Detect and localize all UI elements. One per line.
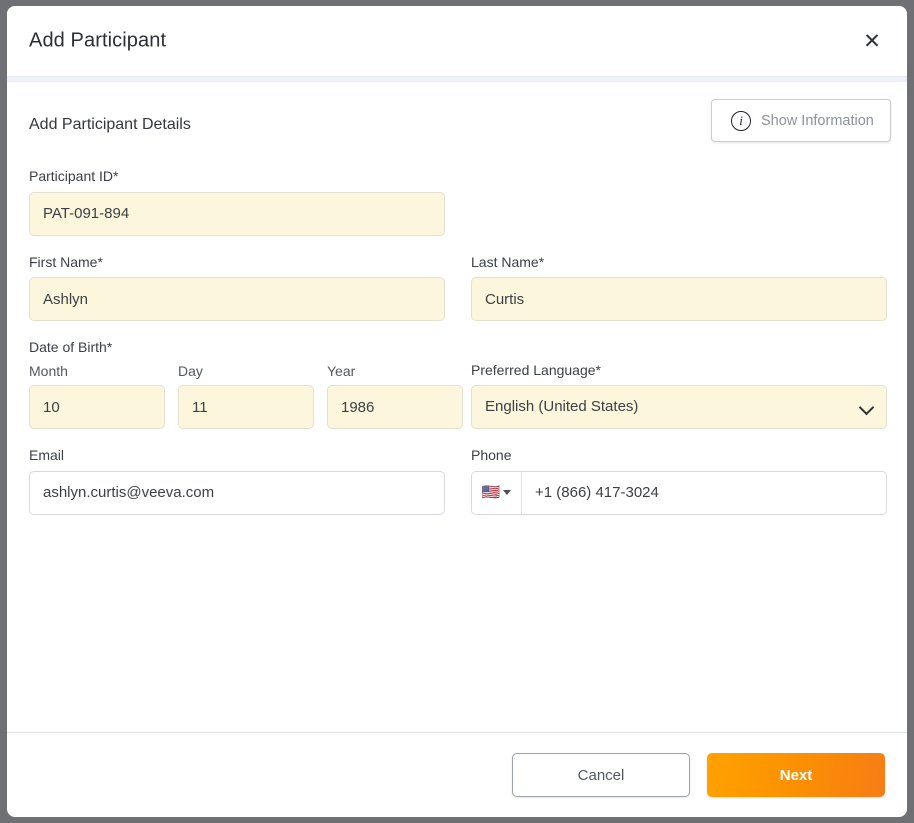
- first-name-input[interactable]: [29, 277, 445, 321]
- spacer-cell: [471, 168, 887, 236]
- phone-label: Phone: [471, 447, 512, 463]
- date-of-birth-label: Date of Birth*: [29, 339, 113, 355]
- field-dob-month: Month: [29, 362, 165, 429]
- country-code-selector[interactable]: 🇺🇸: [472, 471, 522, 514]
- form-row-participant-id: Participant ID*: [29, 168, 885, 236]
- cancel-button[interactable]: Cancel: [512, 753, 690, 797]
- form-row-name: First Name* Last Name*: [29, 253, 887, 321]
- preferred-language-value: English (United States): [485, 398, 639, 415]
- field-last-name: Last Name*: [471, 253, 887, 321]
- phone-input-group: 🇺🇸: [471, 470, 887, 515]
- field-first-name: First Name*: [29, 253, 445, 321]
- show-information-button[interactable]: i Show Information: [711, 99, 891, 142]
- form-row-email-phone: Email Phone 🇺🇸: [29, 447, 887, 515]
- date-of-birth-group: Month Day Year: [29, 362, 463, 429]
- field-dob-year: Year: [327, 362, 463, 429]
- dob-year-input[interactable]: [327, 385, 463, 429]
- next-button[interactable]: Next: [707, 753, 885, 797]
- close-icon[interactable]: ✕: [857, 26, 887, 56]
- participant-form: Participant ID* First Name* Last Name*: [29, 168, 887, 533]
- preferred-language-select[interactable]: English (United States): [471, 385, 887, 429]
- field-dob-day: Day: [178, 362, 314, 429]
- participant-id-input[interactable]: [29, 191, 445, 236]
- first-name-label: First Name*: [29, 253, 103, 270]
- field-email: Email: [29, 447, 445, 515]
- last-name-label: Last Name*: [471, 253, 545, 270]
- dob-day-label: Day: [178, 362, 203, 379]
- field-date-of-birth: Date of Birth* Month Day Year: [29, 339, 463, 429]
- caret-down-icon: [503, 490, 512, 495]
- email-label: Email: [29, 447, 65, 463]
- info-circle-icon: i: [731, 110, 751, 131]
- dob-day-input[interactable]: [178, 385, 314, 429]
- dialog-body: Add Participant Details i Show Informati…: [7, 82, 907, 732]
- email-input[interactable]: [29, 470, 445, 515]
- show-information-label: Show Information: [761, 112, 874, 129]
- dob-month-label: Month: [29, 362, 68, 379]
- field-participant-id: Participant ID*: [29, 168, 445, 236]
- form-row-dob-language: Date of Birth* Month Day Year: [29, 339, 887, 429]
- preferred-language-label: Preferred Language*: [471, 361, 601, 378]
- last-name-input[interactable]: [471, 277, 887, 321]
- field-preferred-language: Preferred Language* English (United Stat…: [471, 361, 887, 429]
- field-phone: Phone 🇺🇸: [471, 447, 887, 515]
- preferred-language-value-box[interactable]: English (United States): [471, 385, 887, 429]
- add-participant-dialog: Add Participant ✕ Add Participant Detail…: [7, 6, 907, 817]
- dialog-header: Add Participant ✕: [7, 6, 907, 76]
- dob-month-input[interactable]: [29, 385, 165, 429]
- page-title: Add Participant: [29, 29, 167, 52]
- us-flag-icon: 🇺🇸: [481, 484, 501, 501]
- dob-year-label: Year: [327, 362, 356, 379]
- participant-id-label: Participant ID*: [29, 168, 119, 184]
- dialog-footer: Cancel Next: [7, 732, 907, 817]
- section-heading: Add Participant Details: [29, 116, 191, 133]
- phone-number-input[interactable]: [522, 471, 886, 514]
